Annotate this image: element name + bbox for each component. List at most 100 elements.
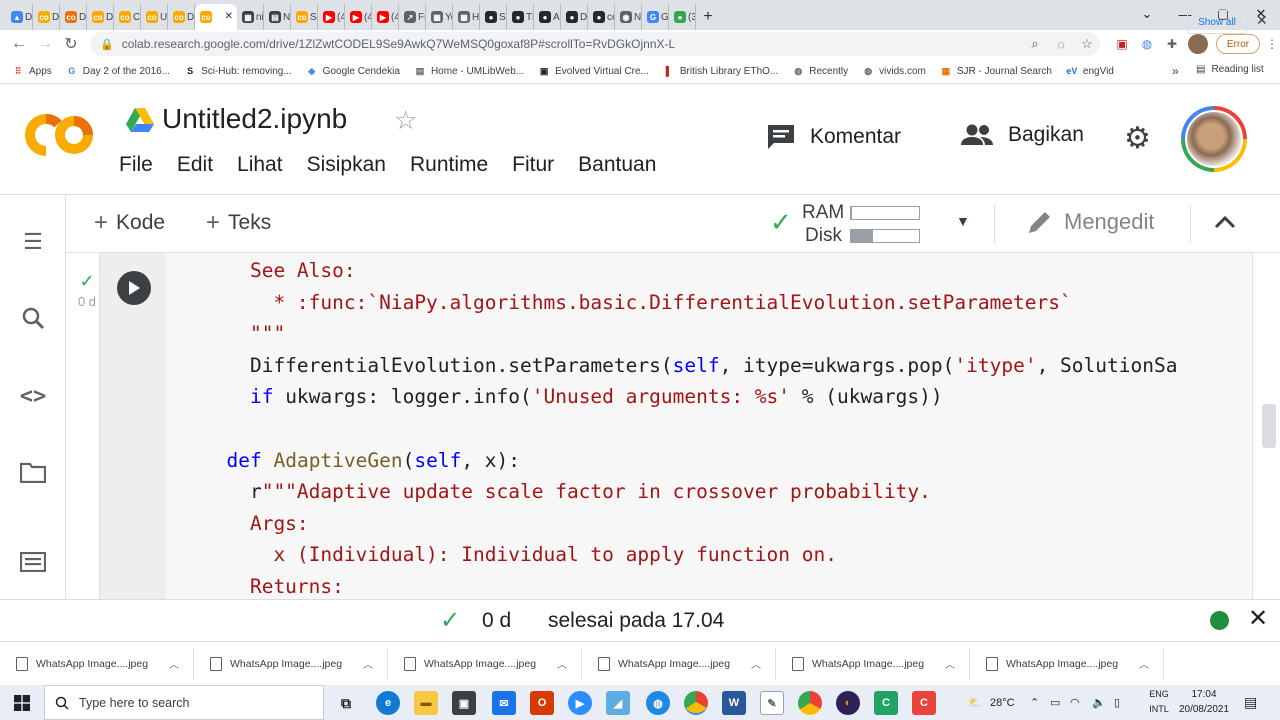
menu-item[interactable]: Lihat	[237, 153, 283, 177]
weather-icon[interactable]: ⛅	[968, 685, 982, 720]
close-downloads-icon[interactable]: ✕	[1256, 12, 1268, 29]
menu-item[interactable]: Bantuan	[578, 153, 656, 177]
mail-icon[interactable]: ✉	[492, 691, 516, 715]
browser-tab[interactable]: ▦ ni	[237, 4, 264, 30]
file-explorer-icon[interactable]: ▬	[414, 691, 438, 715]
office-icon[interactable]: O	[530, 691, 554, 715]
google-drive-icon[interactable]	[126, 108, 154, 132]
scrollbar-thumb[interactable]	[1262, 404, 1276, 448]
chevron-up-icon[interactable]: ︿	[945, 656, 955, 671]
browser-tab[interactable]: coDE	[168, 4, 195, 30]
chevron-up-icon[interactable]: ︿	[363, 656, 373, 671]
globe-app-icon[interactable]: ◍	[646, 691, 670, 715]
app-c-green-icon[interactable]: C	[874, 691, 898, 715]
url-input[interactable]: 🔒 colab.research.google.com/drive/1ZlZwt…	[90, 32, 1100, 56]
zoom-app-icon[interactable]: ▶	[568, 691, 592, 715]
reading-list-button[interactable]: ▤ Reading list	[1196, 64, 1264, 75]
bookmark-star-icon[interactable]: ☆	[1076, 33, 1098, 55]
chrome-profile-icon[interactable]	[798, 691, 822, 715]
browser-tab[interactable]: ●(3	[669, 4, 696, 30]
zoom-icon[interactable]: ⌕	[1024, 33, 1046, 55]
chevron-up-icon[interactable]: ︿	[169, 656, 179, 671]
profile-avatar-icon[interactable]	[1188, 34, 1208, 54]
taskbar-clock[interactable]: 17:04 20/08/2021	[1176, 687, 1232, 717]
chevron-up-icon[interactable]: ︿	[1139, 656, 1149, 671]
bookmark-item[interactable]: ◆ Google Cendekia	[306, 65, 400, 77]
menu-item[interactable]: File	[119, 153, 153, 177]
download-item[interactable]: WhatsApp Image....jpeg ︿	[776, 647, 970, 680]
table-of-contents-icon[interactable]: ☰	[18, 227, 48, 257]
code-snippets-icon[interactable]: <>	[18, 381, 48, 411]
bookmark-item[interactable]: S Sci-Hub: removing...	[184, 65, 292, 77]
bookmark-item[interactable]: ▣ Evolved Virtual Cre...	[538, 65, 649, 77]
back-icon[interactable]: ←	[6, 31, 32, 57]
store-icon[interactable]: ▣	[452, 691, 476, 715]
windows-start-icon[interactable]	[0, 685, 44, 720]
chevron-up-icon[interactable]: ︿	[557, 656, 567, 671]
browser-tab[interactable]: ▲Dr	[6, 4, 33, 30]
star-icon[interactable]: ☆	[394, 105, 417, 136]
add-code-button[interactable]: + Kode	[94, 209, 165, 237]
temperature[interactable]: 28°C	[990, 685, 1015, 720]
reload-icon[interactable]: ↻	[58, 31, 84, 57]
browser-tab[interactable]: ▶(4	[318, 4, 345, 30]
task-view-icon[interactable]: ⧉	[334, 691, 358, 715]
share-button[interactable]: Bagikan	[960, 123, 1084, 147]
browser-tab[interactable]: ●Se	[480, 4, 507, 30]
error-badge-button[interactable]: Error	[1216, 34, 1260, 54]
folder-icon[interactable]	[18, 457, 48, 487]
browser-tab[interactable]: coDE	[87, 4, 114, 30]
menu-item[interactable]: Fitur	[512, 153, 554, 177]
browser-tab[interactable]: coUr	[141, 4, 168, 30]
browser-tab[interactable]: ◉Ne	[615, 4, 642, 30]
browser-tab[interactable]: ●Al	[534, 4, 561, 30]
editing-mode-button[interactable]: Mengedit	[1026, 208, 1155, 236]
browser-tab[interactable]: coDE	[60, 4, 87, 30]
menu-item[interactable]: Sisipkan	[307, 153, 386, 177]
extension-m-icon[interactable]: ▣	[1112, 34, 1132, 54]
bookmark-item[interactable]: G Day 2 of the 2016...	[66, 65, 170, 77]
eclipse-icon[interactable]: ◐	[836, 691, 860, 715]
code-cell[interactable]: See Also: * :func:`NiaPy.algorithms.basi…	[99, 253, 1253, 599]
wifi-icon[interactable]: ◠	[1070, 685, 1080, 720]
browser-tab[interactable]: ▤Ni	[264, 4, 291, 30]
notes-icon[interactable]: ✎	[760, 691, 784, 715]
runtime-dropdown-icon[interactable]: ▼	[956, 213, 970, 229]
browser-tab[interactable]: coSA	[291, 4, 318, 30]
bookmark-item[interactable]: ◍ vivids.com	[862, 65, 926, 77]
close-tab-icon[interactable]: ✕	[225, 11, 233, 22]
word-icon[interactable]: W	[722, 691, 746, 715]
taskbar-search-input[interactable]: Type here to search	[44, 685, 324, 720]
add-text-button[interactable]: + Teks	[206, 209, 271, 237]
app-c-red-icon[interactable]: C	[912, 691, 936, 715]
bookmark-item[interactable]: ◍ Recently	[792, 65, 848, 77]
code-editor[interactable]: See Also: * :func:`NiaPy.algorithms.basi…	[203, 255, 1253, 603]
browser-tab[interactable]: coCh	[114, 4, 141, 30]
hide-eye-icon[interactable]: ◌	[1050, 33, 1072, 55]
search-icon[interactable]	[18, 303, 48, 333]
tray-chevron-icon[interactable]: ⌃	[1030, 685, 1039, 720]
more-bookmarks-button[interactable]: »	[1172, 64, 1179, 78]
menu-item[interactable]: Edit	[177, 153, 213, 177]
bookmark-item[interactable]: ▤ Home - UMLibWeb...	[414, 65, 524, 77]
new-tab-button[interactable]: +	[696, 4, 720, 30]
chrome-icon[interactable]	[684, 691, 708, 715]
bookmark-item[interactable]: ▦ SJR - Journal Search	[940, 65, 1052, 77]
browser-tab[interactable]: GGc	[642, 4, 669, 30]
browser-tab[interactable]: ▦Yo	[426, 4, 453, 30]
browser-tab[interactable]: co ✕	[195, 4, 237, 30]
colab-logo-icon[interactable]	[22, 111, 98, 159]
download-item[interactable]: WhatsApp Image....jpeg ︿	[194, 647, 388, 680]
photos-icon[interactable]: ◢	[606, 691, 630, 715]
download-item[interactable]: WhatsApp Image....jpeg ︿	[0, 647, 194, 680]
settings-gear-icon[interactable]: ⚙	[1124, 121, 1151, 156]
extension-color-icon[interactable]: ◍	[1137, 34, 1157, 54]
browser-tab[interactable]: ▦Hc	[453, 4, 480, 30]
notifications-icon[interactable]: ▤	[1244, 685, 1257, 720]
extensions-puzzle-icon[interactable]: ✚	[1162, 34, 1182, 54]
collapse-header-icon[interactable]	[1214, 209, 1236, 235]
browser-tab[interactable]: ▶(4	[345, 4, 372, 30]
battery-icon[interactable]: ▯	[1114, 685, 1120, 720]
browser-tab[interactable]: ●Th	[507, 4, 534, 30]
edge-icon[interactable]: e	[376, 691, 400, 715]
